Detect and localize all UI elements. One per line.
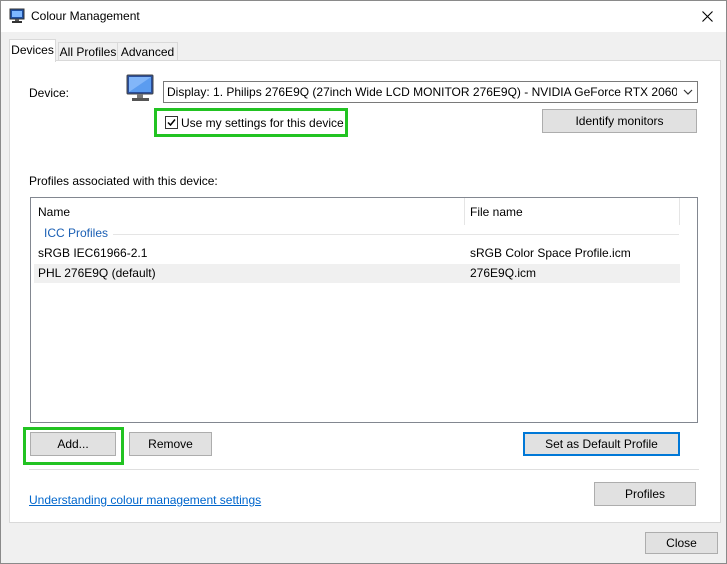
table-row[interactable]: PHL 276E9Q (default) 276E9Q.icm — [31, 264, 697, 283]
identify-monitors-label: Identify monitors — [575, 114, 664, 128]
monitor-icon — [126, 74, 154, 101]
profiles-section-label: Profiles associated with this device: — [29, 174, 218, 188]
remove-profile-label: Remove — [148, 437, 193, 451]
tab-advanced-label: Advanced — [120, 45, 175, 59]
column-header-name[interactable]: Name — [38, 205, 70, 219]
tab-advanced[interactable]: Advanced — [117, 42, 178, 62]
profile-name: sRGB IEC61966-2.1 — [38, 246, 148, 260]
tab-all-profiles[interactable]: All Profiles — [58, 42, 118, 62]
monitor-app-icon — [9, 8, 25, 23]
profile-file: sRGB Color Space Profile.icm — [470, 246, 631, 260]
set-default-profile-button[interactable]: Set as Default Profile — [523, 432, 680, 456]
chevron-down-icon — [683, 89, 693, 95]
close-icon — [701, 10, 713, 22]
close-button-label: Close — [666, 536, 697, 550]
profile-name: PHL 276E9Q (default) — [38, 266, 156, 280]
group-divider — [113, 234, 679, 235]
checkmark-icon — [167, 119, 176, 127]
panel-divider — [29, 469, 699, 470]
device-label: Device: — [29, 86, 70, 100]
device-dropdown-value: Display: 1. Philips 276E9Q (27inch Wide … — [167, 85, 677, 99]
devices-panel: Device: Display: 1. Philips 276E9Q (27in… — [9, 60, 721, 523]
tab-devices[interactable]: Devices — [9, 39, 56, 62]
understanding-colour-management-link[interactable]: Understanding colour management settings — [29, 493, 261, 507]
window-title: Colour Management — [31, 9, 140, 23]
use-my-settings-checkbox[interactable] — [165, 116, 178, 129]
profile-file: 276E9Q.icm — [470, 266, 537, 280]
table-row[interactable]: sRGB IEC61966-2.1 sRGB Color Space Profi… — [31, 244, 697, 263]
group-label-icc-profiles: ICC Profiles — [44, 226, 109, 240]
set-default-profile-label: Set as Default Profile — [545, 437, 658, 451]
use-my-settings-label[interactable]: Use my settings for this device — [181, 116, 344, 130]
identify-monitors-button[interactable]: Identify monitors — [542, 109, 697, 133]
profiles-button[interactable]: Profiles — [594, 482, 696, 506]
column-header-file-name[interactable]: File name — [470, 205, 523, 219]
title-bar: Colour Management — [1, 1, 726, 32]
tab-devices-label: Devices — [11, 43, 54, 57]
column-divider-end — [679, 198, 680, 225]
tab-all-profiles-label: All Profiles — [59, 45, 117, 59]
window-close-button[interactable] — [692, 1, 722, 31]
remove-profile-button[interactable]: Remove — [129, 432, 212, 456]
column-divider — [464, 198, 465, 225]
close-button[interactable]: Close — [645, 532, 718, 554]
add-profile-label: Add... — [57, 437, 89, 451]
colour-management-window: Colour Management Devices All Profiles A… — [0, 0, 727, 564]
add-profile-button[interactable]: Add... — [30, 432, 116, 456]
profiles-button-label: Profiles — [624, 487, 665, 501]
device-dropdown[interactable]: Display: 1. Philips 276E9Q (27inch Wide … — [163, 81, 698, 103]
profiles-list[interactable]: Name File name ICC Profiles sRGB IEC6196… — [30, 197, 698, 423]
